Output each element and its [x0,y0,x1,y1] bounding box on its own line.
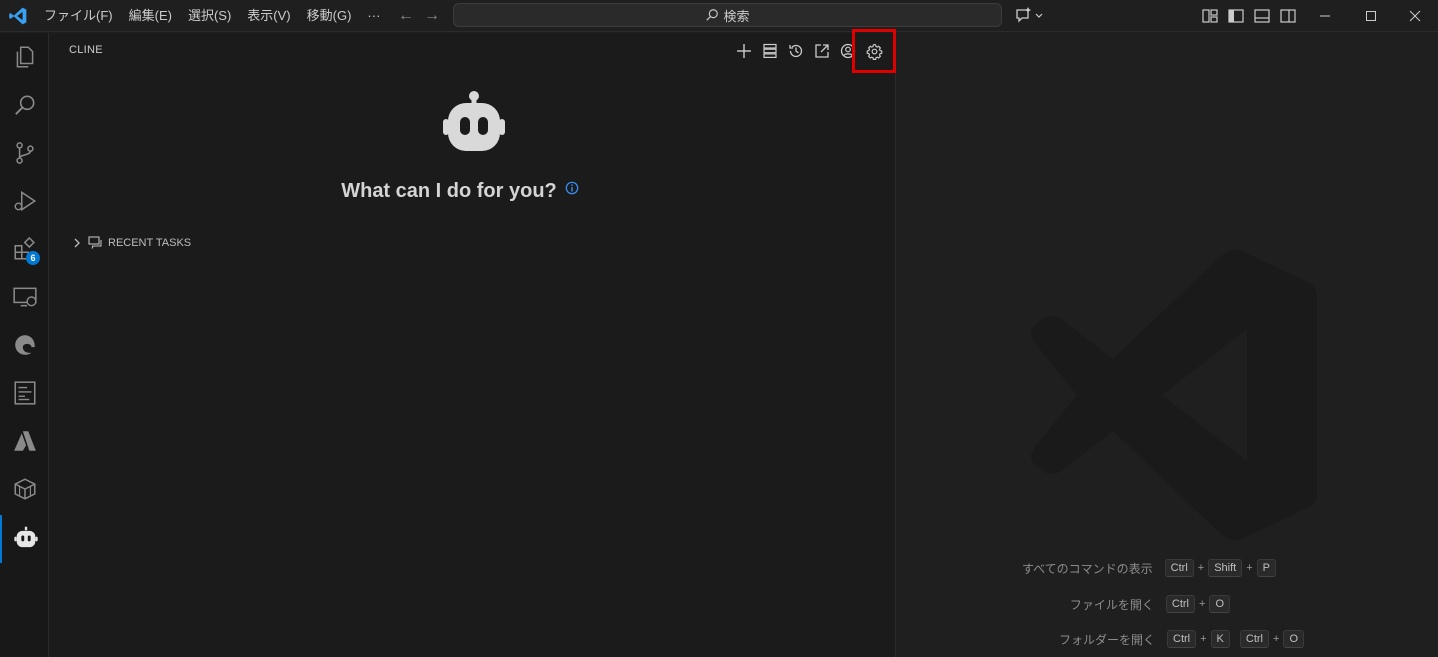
customize-layout-icon[interactable] [1200,6,1220,26]
edge-icon [14,335,35,355]
search-placeholder: 検索 [723,8,750,24]
key-p: P [1256,559,1276,577]
mcp-server-icon [763,43,777,58]
shortcut-label: すべてのコマンドの表示 [1021,561,1153,576]
shortcut-open-file: ファイルを開く Ctrl + O [1070,595,1230,613]
recent-tasks-label: RECENT TASKS [108,236,192,249]
activity-run-debug[interactable] [0,177,49,225]
package-icon [13,478,36,500]
search-icon [706,9,719,21]
activity-edge[interactable] [0,321,49,369]
activity-package[interactable] [0,465,49,513]
close-button[interactable] [1392,0,1438,32]
title-bar: ファイル(F) 編集(E) 選択(S) 表示(V) 移動(G) ··· ← → … [0,0,1438,32]
azure-icon [13,431,36,451]
back-arrow-icon[interactable]: ← [396,6,416,26]
activity-extensions[interactable]: 6 [0,225,49,273]
vscode-watermark-icon [1031,249,1317,541]
key-o: O [1283,630,1304,648]
popout-icon [815,44,829,58]
activity-source-control[interactable] [0,129,49,177]
cline-icon [13,526,38,548]
history-icon [789,44,803,58]
command-center-search[interactable]: 検索 [453,3,1002,27]
mcp-servers-button[interactable] [757,39,783,63]
shortcut-label: ファイルを開く [1069,597,1154,612]
menu-more[interactable]: ··· [359,4,388,28]
settings-highlight-box [852,29,896,73]
search-icon [14,95,34,115]
activity-azure[interactable] [0,417,49,465]
plus-sign: + [1246,562,1253,574]
popout-button[interactable] [809,39,835,63]
activity-search[interactable] [0,81,49,129]
cline-sidebar: CLINE What can I do for you? RECENT TASK… [49,29,896,657]
extensions-badge: 6 [26,251,40,265]
key-k: K [1210,630,1230,648]
menu-go[interactable]: 移動(G) [299,4,360,28]
history-button[interactable] [783,39,809,63]
plus-icon [737,44,751,58]
welcome-text: What can I do for you? [341,180,557,202]
key-ctrl: Ctrl [1167,630,1197,648]
notebook-icon [13,381,36,405]
key-ctrl: Ctrl [1239,630,1269,648]
chevron-right-icon [74,238,80,247]
close-icon [1409,10,1421,22]
plus-sign: + [1200,633,1207,645]
forward-arrow-icon[interactable]: → [422,6,442,26]
comment-icon [88,236,102,249]
cline-robot-logo-icon [443,91,505,151]
toggle-secondary-sidebar-icon[interactable] [1278,6,1298,26]
activity-bar: 6 [0,33,49,657]
key-shift: Shift [1208,559,1243,577]
key-o: O [1209,595,1230,613]
source-control-icon [15,142,34,164]
activity-cline[interactable] [0,515,49,563]
shortcut-show-all-commands: すべてのコマンドの表示 Ctrl + Shift + P [1022,559,1276,577]
maximize-icon [1366,11,1376,21]
toggle-panel-icon[interactable] [1252,6,1272,26]
explorer-icon [16,46,33,68]
minimize-icon [1320,15,1330,17]
vscode-logo-icon [9,7,27,25]
toggle-primary-sidebar-icon[interactable] [1226,6,1246,26]
key-ctrl: Ctrl [1164,559,1194,577]
info-icon[interactable] [565,181,579,195]
minimize-button[interactable] [1302,0,1348,32]
menu-file[interactable]: ファイル(F) [36,4,121,28]
activity-remote-explorer[interactable] [0,273,49,321]
shortcut-open-folder: フォルダーを開く Ctrl + K Ctrl + O [1059,630,1304,648]
menu-bar: ファイル(F) 編集(E) 選択(S) 表示(V) 移動(G) ··· [36,0,388,32]
recent-tasks-toggle[interactable]: RECENT TASKS [71,236,191,249]
sidebar-title: CLINE [69,44,103,56]
welcome-heading: What can I do for you? [49,180,871,203]
new-task-button[interactable] [731,39,757,63]
activity-notebook[interactable] [0,369,49,417]
plus-sign: + [1197,562,1205,574]
menu-edit[interactable]: 編集(E) [121,4,180,28]
shortcut-label: フォルダーを開く [1058,632,1155,647]
run-debug-icon [14,190,36,212]
plus-sign: + [1199,598,1206,610]
plus-sign: + [1273,633,1280,645]
copilot-chat-icon[interactable] [1014,6,1046,26]
remote-explorer-icon [12,287,37,307]
key-ctrl: Ctrl [1165,595,1195,613]
menu-view[interactable]: 表示(V) [239,4,298,28]
activity-explorer[interactable] [0,33,49,81]
maximize-button[interactable] [1348,0,1394,32]
editor-area: すべてのコマンドの表示 Ctrl + Shift + P ファイルを開く Ctrl +… [897,33,1438,657]
menu-selection[interactable]: 選択(S) [180,4,239,28]
